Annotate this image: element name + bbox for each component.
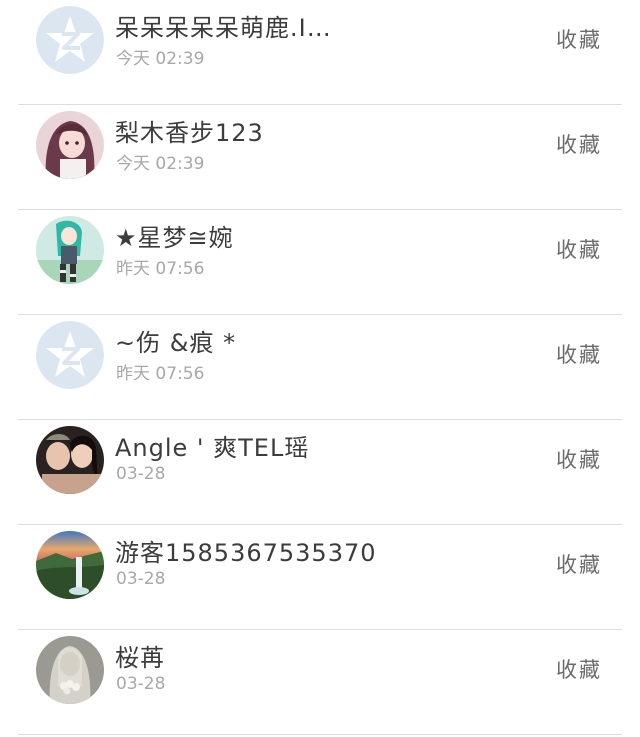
default-qzone-avatar-icon[interactable] bbox=[36, 6, 104, 74]
collect-button[interactable]: 收藏 bbox=[556, 129, 602, 159]
list-item[interactable]: ~伤 &痕 * 昨天 07:56 收藏 bbox=[0, 315, 640, 420]
visit-time: 03-28 bbox=[116, 464, 166, 484]
user-name[interactable]: 梨木香步123 bbox=[115, 113, 264, 148]
list-item[interactable]: Angle ' 爽TEL瑶 03-28 收藏 bbox=[0, 420, 640, 525]
waterfall-landscape-avatar[interactable] bbox=[36, 531, 104, 599]
two-girls-photo-avatar[interactable] bbox=[36, 426, 104, 494]
user-name[interactable]: 游客1585367535370 bbox=[115, 533, 377, 568]
visit-time: 03-28 bbox=[116, 569, 166, 589]
visitor-list: 呆呆呆呆呆萌鹿.I… 今天 02:39 收藏 梨木香步123 今天 02:39 … bbox=[0, 0, 640, 737]
collect-button[interactable]: 收藏 bbox=[556, 234, 602, 264]
list-item[interactable]: 梨木香步123 今天 02:39 收藏 bbox=[0, 105, 640, 210]
user-name[interactable]: ★星梦≅婉 bbox=[115, 218, 234, 253]
anime-girl-avatar[interactable] bbox=[36, 111, 104, 179]
user-name[interactable]: ~伤 &痕 * bbox=[115, 323, 236, 358]
collect-button[interactable]: 收藏 bbox=[556, 24, 602, 54]
collect-button[interactable]: 收藏 bbox=[556, 654, 602, 684]
visit-time: 03-28 bbox=[116, 674, 166, 694]
default-qzone-avatar-icon[interactable] bbox=[36, 321, 104, 389]
list-item[interactable]: ★星梦≅婉 昨天 07:56 收藏 bbox=[0, 210, 640, 315]
collect-button[interactable]: 收藏 bbox=[556, 549, 602, 579]
anime-girl-teal-avatar[interactable] bbox=[36, 216, 104, 284]
visit-time: 昨天 07:56 bbox=[116, 364, 205, 384]
list-item[interactable]: 呆呆呆呆呆萌鹿.I… 今天 02:39 收藏 bbox=[0, 0, 640, 105]
collect-button[interactable]: 收藏 bbox=[556, 339, 602, 369]
user-name[interactable]: Angle ' 爽TEL瑶 bbox=[115, 428, 309, 463]
visit-time: 昨天 07:56 bbox=[116, 259, 205, 279]
visit-time: 今天 02:39 bbox=[116, 154, 205, 174]
visit-time: 今天 02:39 bbox=[116, 49, 205, 69]
user-name[interactable]: 桜苒 bbox=[115, 638, 165, 673]
girl-with-flowers-photo-avatar[interactable] bbox=[36, 636, 104, 704]
list-item[interactable]: 桜苒 03-28 收藏 bbox=[0, 630, 640, 735]
user-name[interactable]: 呆呆呆呆呆萌鹿.I… bbox=[115, 8, 332, 43]
list-item[interactable]: 游客1585367535370 03-28 收藏 bbox=[0, 525, 640, 630]
collect-button[interactable]: 收藏 bbox=[556, 444, 602, 474]
